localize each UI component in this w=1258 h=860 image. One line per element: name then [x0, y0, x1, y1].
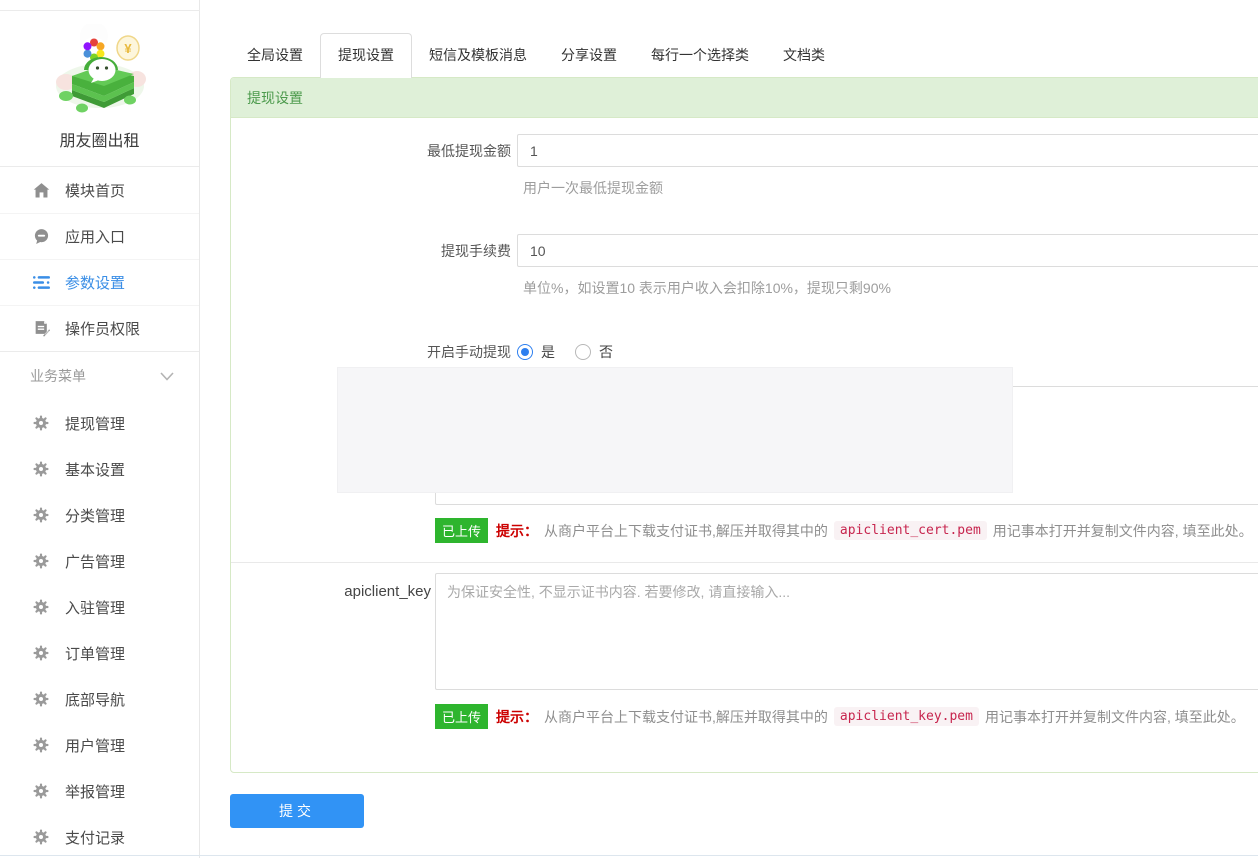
sidebar-item-label: 订单管理 — [65, 643, 125, 664]
withdraw-settings-panel: 提现设置 最低提现金额 用户一次最低提现金额 提现手续费 单位%，如设置10 表… — [230, 77, 1258, 773]
sidebar-item-ad-management[interactable]: 广告管理 — [0, 538, 199, 584]
gear-icon — [33, 507, 49, 523]
tab-docs[interactable]: 文档类 — [766, 33, 842, 78]
tab-global-settings[interactable]: 全局设置 — [230, 33, 320, 78]
gear-icon — [33, 415, 49, 431]
home-icon — [33, 182, 50, 199]
settings-tabs: 全局设置 提现设置 短信及模板消息 分享设置 每行一个选择类 文档类 — [230, 33, 1258, 78]
gear-icon — [33, 829, 49, 845]
sidebar-item-module-home[interactable]: 模块首页 — [0, 167, 199, 213]
tab-withdraw-settings[interactable]: 提现设置 — [320, 33, 412, 78]
submit-button[interactable]: 提交 — [230, 794, 364, 828]
app-title: 朋友圈出租 — [0, 127, 199, 151]
sidebar-item-label: 举报管理 — [65, 781, 125, 802]
divider — [231, 562, 1258, 563]
main-content: 全局设置 提现设置 短信及模板消息 分享设置 每行一个选择类 文档类 提现设置 … — [200, 0, 1258, 858]
sidebar-item-report-management[interactable]: 举报管理 — [0, 768, 199, 814]
sidebar-item-category-management[interactable]: 分类管理 — [0, 492, 199, 538]
manual-withdraw-radios: 是 否 — [517, 342, 1258, 362]
radio-no[interactable] — [575, 344, 591, 360]
apiclient-key-label: apiclient_key — [231, 573, 431, 600]
tab-one-choice-per-line[interactable]: 每行一个选择类 — [634, 33, 766, 78]
manual-withdraw-label: 开启手动提现 — [231, 342, 511, 362]
cert-loading-overlay — [337, 367, 1013, 493]
min-amount-input[interactable] — [517, 134, 1258, 167]
sidebar-item-parameter-settings[interactable]: 参数设置 — [0, 259, 199, 305]
panel-body: 最低提现金额 用户一次最低提现金额 提现手续费 单位%，如设置10 表示用户收入… — [231, 118, 1258, 772]
sidebar-item-label: 支付记录 — [65, 827, 125, 848]
hint-text-before: 从商户平台上下载支付证书,解压并取得其中的 — [544, 707, 828, 727]
sidebar-item-operator-permissions[interactable]: 操作员权限 — [0, 305, 199, 351]
form-row-min-amount: 最低提现金额 — [231, 134, 1258, 167]
gear-icon — [33, 737, 49, 753]
gear-icon — [33, 461, 49, 477]
sidebar-item-basic-settings[interactable]: 基本设置 — [0, 446, 199, 492]
sidebar-item-label: 操作员权限 — [65, 318, 140, 339]
form-row-fee: 提现手续费 — [231, 234, 1258, 267]
uploaded-badge: 已上传 — [435, 704, 488, 729]
sidebar-item-app-entry[interactable]: 应用入口 — [0, 213, 199, 259]
sidebar-item-payment-records[interactable]: 支付记录 — [0, 814, 199, 860]
sidebar-item-label: 应用入口 — [65, 226, 125, 247]
hint-text-before: 从商户平台上下载支付证书,解压并取得其中的 — [544, 521, 828, 541]
sidebar-main-menu: 模块首页 应用入口 参数设置 操作员权限 — [0, 167, 199, 351]
sidebar-item-label: 广告管理 — [65, 551, 125, 572]
min-amount-label: 最低提现金额 — [231, 141, 511, 161]
hint-text-after: 用记事本打开并复制文件内容, 填至此处。 — [985, 707, 1245, 727]
sidebar-section-business-menu[interactable]: 业务菜单 — [0, 352, 199, 400]
radio-yes[interactable] — [517, 344, 533, 360]
app-logo-image: ¥ — [42, 24, 158, 116]
chevron-down-icon — [160, 368, 174, 384]
section-label: 业务菜单 — [30, 366, 86, 386]
key-filename-chip: apiclient_key.pem — [834, 707, 979, 726]
sidebar-item-bottom-nav[interactable]: 底部导航 — [0, 676, 199, 722]
cert-filename-chip: apiclient_cert.pem — [834, 521, 987, 540]
tab-share-settings[interactable]: 分享设置 — [544, 33, 634, 78]
svg-text:¥: ¥ — [124, 41, 132, 56]
min-amount-help: 用户一次最低提现金额 — [523, 178, 1258, 198]
sidebar-item-label: 底部导航 — [65, 689, 125, 710]
panel-title: 提现设置 — [231, 78, 1258, 118]
uploaded-badge: 已上传 — [435, 518, 488, 543]
apiclient-key-textarea[interactable] — [435, 573, 1258, 690]
document-edit-icon — [33, 320, 50, 337]
sidebar-item-label: 基本设置 — [65, 459, 125, 480]
radio-yes-label[interactable]: 是 — [541, 342, 555, 362]
sidebar: ¥ 朋友圈出租 — [0, 0, 200, 858]
gear-icon — [33, 599, 49, 615]
list-settings-icon — [33, 274, 50, 291]
fee-input[interactable] — [517, 234, 1258, 267]
sidebar-item-label: 提现管理 — [65, 413, 125, 434]
fee-label: 提现手续费 — [231, 241, 511, 261]
sidebar-item-merchant-management[interactable]: 入驻管理 — [0, 584, 199, 630]
gear-icon — [33, 691, 49, 707]
hint-title: 提示： — [496, 521, 538, 541]
sidebar-item-label: 模块首页 — [65, 180, 125, 201]
radio-no-label[interactable]: 否 — [599, 342, 613, 362]
bottom-divider — [0, 855, 1258, 856]
sidebar-top-divider — [0, 10, 200, 11]
fee-help: 单位%，如设置10 表示用户收入会扣除10%，提现只剩90% — [523, 278, 1258, 298]
sidebar-item-label: 入驻管理 — [65, 597, 125, 618]
gear-icon — [33, 645, 49, 661]
sidebar-item-label: 用户管理 — [65, 735, 125, 756]
chat-bubble-icon — [33, 228, 50, 245]
sidebar-item-order-management[interactable]: 订单管理 — [0, 630, 199, 676]
app-logo: ¥ 朋友圈出租 — [0, 0, 199, 151]
hint-text-after: 用记事本打开并复制文件内容, 填至此处。 — [993, 521, 1253, 541]
tab-sms-template-message[interactable]: 短信及模板消息 — [412, 33, 544, 78]
sidebar-item-withdraw-management[interactable]: 提现管理 — [0, 400, 199, 446]
key-hint: 已上传 提示： 从商户平台上下载支付证书,解压并取得其中的 apiclient_… — [435, 704, 1258, 729]
sidebar-business-menu: 提现管理 基本设置 分类管理 广告管理 入驻管理 订单管理 底部导航 用户管理 — [0, 400, 199, 860]
sidebar-item-label: 参数设置 — [65, 272, 125, 293]
cert-hint: 已上传 提示： 从商户平台上下载支付证书,解压并取得其中的 apiclient_… — [435, 518, 1258, 543]
sidebar-item-user-management[interactable]: 用户管理 — [0, 722, 199, 768]
form-row-apiclient-key: apiclient_key — [231, 573, 1258, 695]
gear-icon — [33, 553, 49, 569]
hint-title: 提示： — [496, 707, 538, 727]
gear-icon — [33, 783, 49, 799]
sidebar-item-label: 分类管理 — [65, 505, 125, 526]
form-row-manual-withdraw: 开启手动提现 是 否 — [231, 342, 1258, 362]
